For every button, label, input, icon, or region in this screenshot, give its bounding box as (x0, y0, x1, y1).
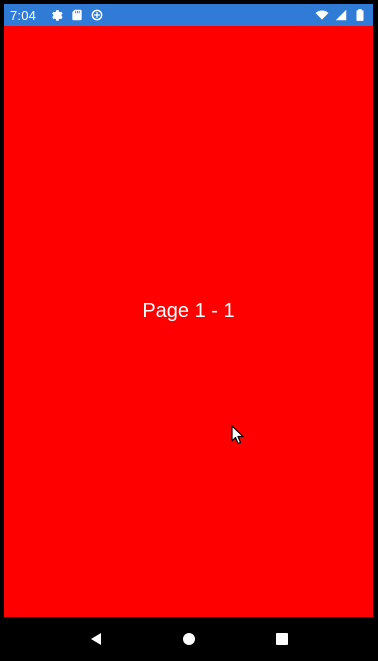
device-frame: 7:04 Page 1 - 1 (0, 0, 378, 661)
battery-icon (353, 8, 367, 22)
wifi-icon (315, 8, 329, 22)
data-saver-icon (90, 8, 104, 22)
status-notification-icons (50, 8, 104, 22)
mouse-cursor-icon (231, 425, 245, 445)
sd-card-icon (70, 8, 84, 22)
cell-signal-icon (334, 8, 348, 22)
back-icon (91, 633, 102, 645)
gear-icon (50, 8, 64, 22)
status-system-icons (315, 8, 367, 22)
home-icon (182, 633, 195, 645)
back-button[interactable] (81, 624, 111, 654)
navigation-bar (0, 617, 378, 661)
recents-button[interactable] (267, 624, 297, 654)
recents-icon (275, 633, 288, 645)
status-time: 7:04 (10, 7, 37, 23)
page-content: Page 1 - 1 (4, 26, 373, 617)
page-label: Page 1 - 1 (142, 300, 235, 322)
status-bar: 7:04 (4, 4, 373, 26)
home-button[interactable] (174, 624, 204, 654)
